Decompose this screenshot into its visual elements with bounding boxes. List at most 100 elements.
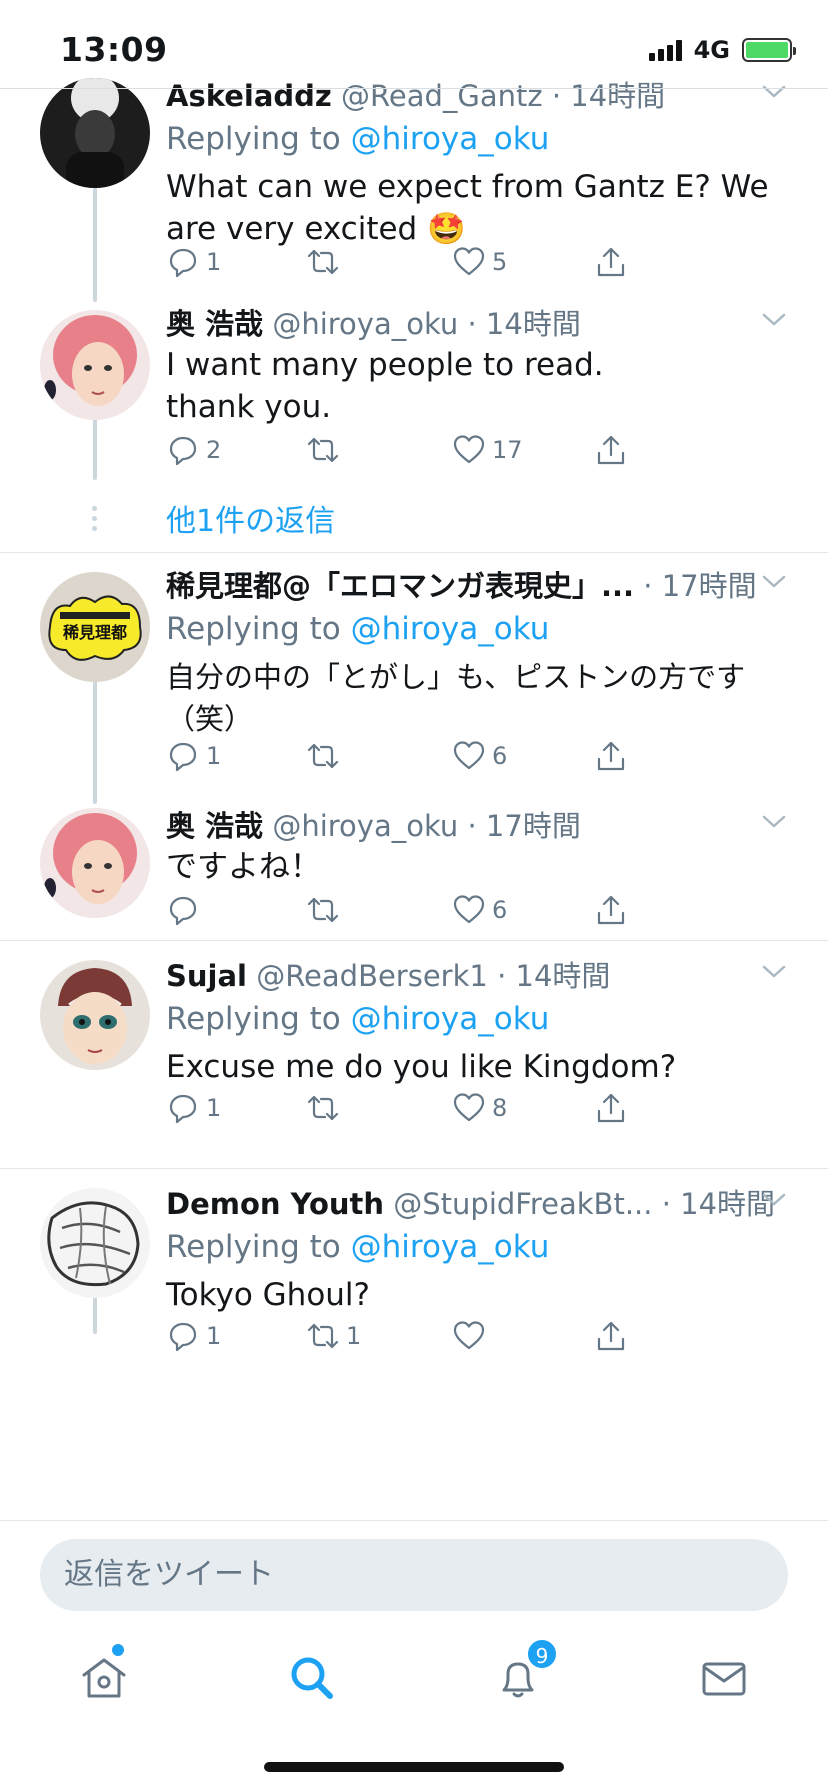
chevron-down-icon[interactable]: [760, 310, 788, 330]
reply-count: 1: [206, 1094, 222, 1122]
status-indicators: 4G: [648, 36, 796, 64]
tweet-actions: 1 5: [166, 244, 686, 280]
retweet-button[interactable]: [306, 244, 346, 280]
thread-connector: [93, 174, 97, 302]
like-button[interactable]: 5: [452, 244, 507, 280]
tweet-feed[interactable]: Askeladdz @Read_Gantz · 14時間 Replying to…: [0, 78, 828, 1520]
avatar[interactable]: [40, 310, 150, 420]
like-button[interactable]: 8: [452, 1090, 507, 1126]
like-count: 6: [492, 896, 508, 924]
retweet-button[interactable]: [306, 432, 346, 468]
like-button[interactable]: 17: [452, 432, 523, 468]
like-button[interactable]: [452, 1318, 492, 1354]
tweet-text: What can we expect from Gantz E? We are …: [166, 169, 779, 247]
notifications-badge: 9: [526, 1638, 558, 1670]
like-icon: [453, 895, 485, 924]
battery-icon: [742, 38, 796, 62]
more-replies-dots: [92, 506, 97, 531]
reply-button[interactable]: 1: [166, 1318, 221, 1354]
tab-home[interactable]: [74, 1648, 134, 1708]
share-icon: [597, 247, 625, 277]
svg-text:稀見理都: 稀見理都: [63, 623, 127, 642]
share-button[interactable]: [594, 432, 628, 468]
reply-button[interactable]: 2: [166, 432, 221, 468]
reply-button[interactable]: 1: [166, 1090, 221, 1126]
chevron-down-icon[interactable]: [760, 812, 788, 832]
share-button[interactable]: [594, 892, 628, 928]
mention-link[interactable]: @hiroya_oku: [351, 1229, 550, 1265]
tweet-text: Excuse me do you like Kingdom?: [166, 1049, 677, 1085]
share-button[interactable]: [594, 1090, 628, 1126]
chevron-down-icon[interactable]: [760, 1190, 788, 1210]
share-icon: [597, 1321, 625, 1351]
tab-search[interactable]: [282, 1648, 342, 1708]
tweet-author-name[interactable]: Sujal: [166, 959, 247, 993]
tweet-author-handle: @Read_Gantz: [341, 79, 543, 113]
retweet-button[interactable]: [306, 738, 346, 774]
share-button[interactable]: [594, 1318, 628, 1354]
tweet-author-handle: @hiroya_oku: [272, 307, 459, 341]
separator: [0, 552, 828, 553]
share-button[interactable]: [594, 738, 628, 774]
replying-to: Replying to @hiroya_oku: [166, 1229, 550, 1265]
tweet-time: · 14時間: [467, 307, 581, 341]
retweet-button[interactable]: [306, 1090, 346, 1126]
tweet-actions: 6: [166, 892, 686, 928]
reply-input[interactable]: 返信をツイート: [40, 1539, 788, 1611]
retweet-button[interactable]: 1: [306, 1318, 361, 1354]
thread-connector: [93, 676, 97, 804]
more-replies-link[interactable]: 他1件の返信: [166, 496, 335, 540]
tweet-author-handle: @StupidFreakBt...: [393, 1187, 653, 1221]
reply-count: 1: [206, 742, 222, 770]
home-indicator: [264, 1762, 564, 1772]
thread-connector: [93, 414, 97, 480]
replying-to: Replying to @hiroya_oku: [166, 1001, 550, 1037]
mention-link[interactable]: @hiroya_oku: [351, 611, 550, 647]
reply-button[interactable]: [166, 892, 206, 928]
avatar[interactable]: [40, 808, 150, 918]
home-unread-dot: [112, 1644, 124, 1656]
tweet-author-name[interactable]: 奥 浩哉: [166, 809, 263, 843]
retweet-icon: [307, 743, 339, 769]
like-button[interactable]: 6: [452, 892, 507, 928]
retweet-button[interactable]: [306, 892, 346, 928]
like-icon: [453, 741, 485, 770]
status-time: 13:09: [60, 30, 168, 69]
tweet-author-name[interactable]: 稀見理都@「エロマンガ表現史」...: [166, 569, 634, 603]
chevron-down-icon[interactable]: [760, 82, 788, 102]
tweet-author-name[interactable]: Askeladdz: [166, 79, 332, 113]
mention-link[interactable]: @hiroya_oku: [351, 121, 550, 157]
tweet-text: ですよね！: [166, 849, 321, 885]
tweet-author-name[interactable]: Demon Youth: [166, 1187, 384, 1221]
reply-icon: [169, 248, 197, 278]
reply-button[interactable]: 1: [166, 244, 221, 280]
chevron-down-icon[interactable]: [760, 572, 788, 592]
separator: [0, 1168, 828, 1169]
reply-bar: 返信をツイート: [0, 1520, 828, 1628]
tweet-text: Tokyo Ghoul?: [166, 1277, 370, 1313]
tweet-actions: 1 1: [166, 1318, 686, 1354]
like-button[interactable]: 6: [452, 738, 507, 774]
reply-button[interactable]: 1: [166, 738, 221, 774]
tab-messages[interactable]: [694, 1648, 754, 1708]
reply-icon: [169, 742, 197, 772]
status-bar: 13:09 4G: [0, 0, 828, 88]
mail-icon: [702, 1662, 746, 1696]
tweet-time: · 17時間: [467, 809, 581, 843]
separator: [0, 940, 828, 941]
avatar[interactable]: [40, 960, 150, 1070]
mention-link[interactable]: @hiroya_oku: [351, 1001, 550, 1037]
avatar[interactable]: 稀見理都: [40, 572, 150, 682]
like-icon: [453, 1093, 485, 1122]
replying-to: Replying to @hiroya_oku: [166, 611, 550, 647]
avatar[interactable]: [40, 78, 150, 188]
thread-connector: [93, 1294, 97, 1334]
like-count: 5: [492, 248, 508, 276]
retweet-icon: [307, 1323, 339, 1349]
tweet-author-name[interactable]: 奥 浩哉: [166, 307, 263, 341]
chevron-down-icon[interactable]: [760, 962, 788, 982]
avatar[interactable]: [40, 1188, 150, 1298]
like-count: 6: [492, 742, 508, 770]
tweet-actions: 2 17: [166, 432, 686, 468]
share-button[interactable]: [594, 244, 628, 280]
